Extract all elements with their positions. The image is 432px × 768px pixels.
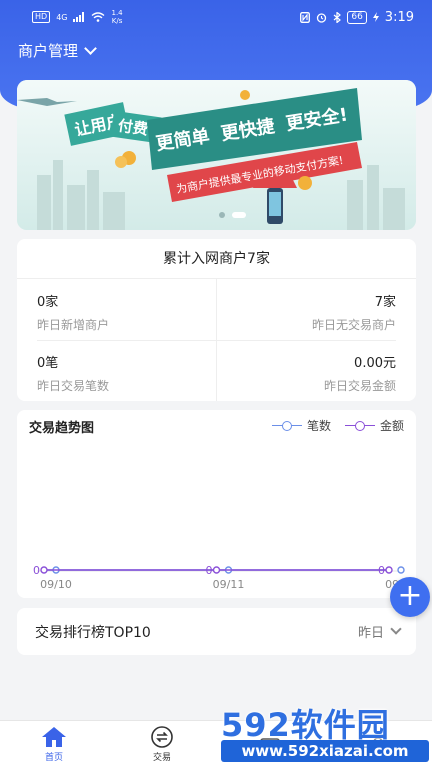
network-label: 4G	[56, 12, 68, 22]
bottom-tab-bar: 首页 交易	[0, 720, 432, 768]
trend-chart-plot: 00009/1009/1109/12	[33, 564, 416, 591]
promo-banner[interactable]: 让用户 付费 更简单 更快捷 更安全! 为商户提供最专业的移动支付方案!	[17, 80, 416, 230]
hd-badge: HD	[32, 11, 51, 23]
ranking-period-dropdown[interactable]: 昨日	[357, 622, 402, 641]
legend-item-count[interactable]: 笔数	[271, 417, 331, 434]
data-point[interactable]	[212, 566, 221, 574]
ranking-period-label: 昨日	[357, 626, 384, 641]
signal-icon	[73, 12, 85, 22]
stat-label: 昨日交易笔数	[37, 379, 110, 393]
chevron-down-icon	[84, 41, 97, 55]
stat-transaction-count[interactable]: 0笔 昨日交易笔数	[17, 340, 216, 401]
stat-value: 7家	[374, 295, 396, 310]
banner-illustration: 让用户 付费 更简单 更快捷 更安全! 为商户提供最专业的移动支付方案!	[17, 80, 416, 230]
ranking-card[interactable]: 交易排行榜TOP10 昨日	[17, 608, 416, 655]
stat-transaction-amount[interactable]: 0.00元 昨日交易金额	[217, 340, 416, 401]
status-left: HD 4G 1.4 K/s	[32, 9, 123, 25]
tab-4[interactable]	[324, 721, 432, 768]
data-point[interactable]	[397, 566, 405, 574]
alarm-icon	[317, 12, 327, 23]
status-bar: HD 4G 1.4 K/s 66 3:19	[0, 0, 432, 34]
network-speed: 1.4 K/s	[111, 9, 122, 25]
bluetooth-icon	[333, 11, 342, 23]
stat-inactive-merchants[interactable]: 7家 昨日无交易商户	[217, 279, 416, 340]
legend-line-marker-icon	[271, 420, 302, 432]
stat-value: 0家	[37, 295, 59, 310]
stat-label: 昨日新增商户	[37, 318, 110, 332]
merchant-label: 商户管理	[18, 42, 79, 60]
chevron-down-icon	[390, 623, 402, 635]
stats-title: 累计入网商户7家	[17, 239, 416, 279]
data-label: 0	[206, 564, 213, 577]
legend-label: 笔数	[306, 419, 331, 433]
chart-title: 交易趋势图	[29, 421, 95, 436]
speed-value: 1.4	[111, 9, 123, 17]
tab-label: 交易	[152, 753, 171, 763]
stat-value: 0.00元	[354, 356, 396, 371]
legend-label: 金额	[379, 419, 404, 433]
nfc-icon	[300, 11, 311, 23]
data-label: 0	[378, 564, 385, 577]
chart-legend: 笔数 金额	[271, 417, 404, 434]
stat-new-merchants[interactable]: 0家 昨日新增商户	[17, 279, 216, 340]
legend-line-marker-icon	[344, 420, 375, 432]
x-tick-label: 09/10	[40, 578, 72, 591]
stat-label: 昨日无交易商户	[311, 318, 396, 332]
trend-chart-card: 交易趋势图 笔数 金额 00009/1009/1109/12	[17, 410, 416, 598]
battery-indicator: 66	[347, 10, 367, 24]
tab-home[interactable]: 首页	[0, 721, 108, 768]
stat-value: 0笔	[37, 356, 59, 371]
horizontal-divider	[37, 340, 396, 341]
tab-label: 首页	[44, 753, 63, 763]
legend-item-amount[interactable]: 金额	[344, 417, 404, 434]
data-label: 0	[33, 564, 40, 577]
wifi-icon	[92, 12, 105, 22]
add-button[interactable]: +	[390, 577, 430, 617]
speed-unit: K/s	[111, 17, 123, 25]
status-right: 66 3:19	[300, 10, 414, 25]
tab-transactions[interactable]: 交易	[108, 721, 216, 768]
x-tick-label: 09/11	[213, 578, 245, 591]
clock: 3:19	[384, 9, 414, 25]
merchant-selector[interactable]: 商户管理	[18, 40, 97, 61]
tab-3[interactable]	[216, 721, 324, 768]
stats-card: 累计入网商户7家 0家 昨日新增商户 7家 昨日无交易商户 0笔 昨日交易笔数 …	[17, 239, 416, 401]
data-point[interactable]	[40, 566, 48, 574]
data-point[interactable]	[385, 566, 393, 574]
home-icon	[42, 727, 66, 747]
stat-label: 昨日交易金额	[323, 379, 396, 393]
tab-3-icon	[260, 737, 280, 754]
ranking-title: 交易排行榜TOP10	[35, 624, 151, 641]
charging-icon	[372, 12, 379, 22]
exchange-icon	[151, 726, 173, 748]
tab-4-icon	[369, 736, 387, 754]
